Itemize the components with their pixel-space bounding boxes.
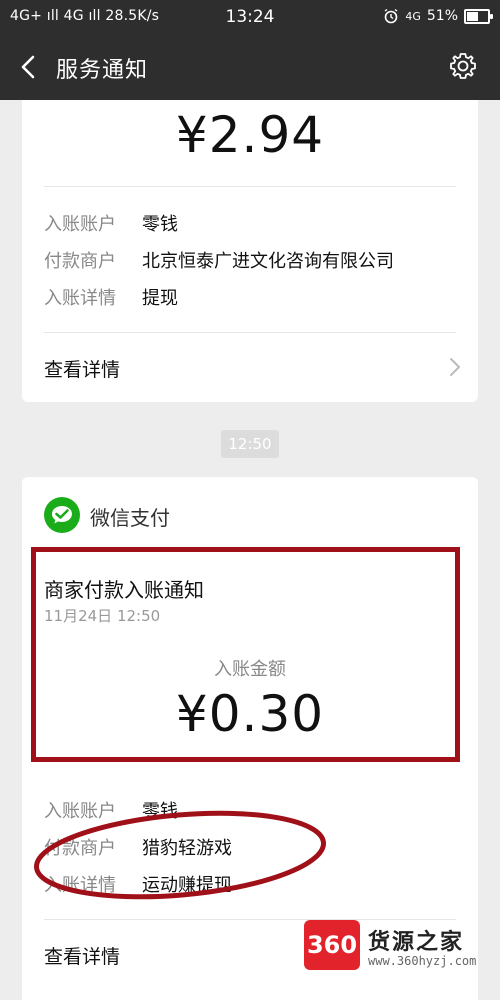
- row-detail: 入账详情 提现: [44, 284, 178, 310]
- row-value: 零钱: [142, 801, 178, 822]
- row-merchant: 付款商户 猎豹轻游戏: [44, 834, 232, 860]
- row-label: 入账账户: [44, 801, 116, 822]
- view-details-link[interactable]: 查看详情: [44, 942, 120, 969]
- row-detail: 入账详情 运动赚提现: [44, 871, 232, 897]
- back-button[interactable]: [14, 52, 44, 82]
- row-account: 入账账户 零钱: [44, 210, 178, 236]
- watermark-logo: 360 货源之家 www.360hyzj.com: [300, 910, 500, 1000]
- row-value: 猎豹轻游戏: [142, 838, 232, 859]
- app-name: 微信支付: [90, 506, 170, 530]
- alarm-icon: [384, 8, 398, 24]
- row-merchant: 付款商户 北京恒泰广进文化咨询有限公司: [44, 247, 394, 273]
- watermark-url: www.360hyzj.com: [368, 954, 477, 968]
- divider: [44, 332, 456, 333]
- row-label: 入账详情: [44, 288, 116, 309]
- watermark-name: 货源之家: [368, 930, 465, 955]
- row-value: 运动赚提现: [142, 875, 232, 896]
- amount-label: 入账金额: [214, 659, 286, 680]
- payment-card-previous: ¥2.94 入账账户 零钱 付款商户 北京恒泰广进文化咨询有限公司 入账详情 提…: [22, 100, 478, 402]
- row-value: 零钱: [142, 214, 178, 235]
- top-bar: 4G+ ıll 4G ıll 28.5K/s 13:24 4G 51% 服务通知: [0, 0, 500, 100]
- battery-percent: 51%: [426, 8, 458, 24]
- divider: [44, 186, 456, 187]
- row-label: 入账账户: [44, 214, 116, 235]
- time-divider: 12:50: [221, 430, 279, 458]
- page-title: 服务通知: [56, 58, 149, 83]
- battery-icon: [464, 8, 493, 24]
- chevron-right-icon[interactable]: [448, 356, 462, 378]
- network-type: 4G: [405, 9, 421, 23]
- row-label: 入账详情: [44, 875, 116, 896]
- view-details-link[interactable]: 查看详情: [44, 355, 120, 382]
- wechat-pay-icon: [44, 497, 80, 533]
- row-label: 付款商户: [44, 251, 116, 272]
- amount-value: ¥0.30: [175, 685, 325, 743]
- amount-value: ¥2.94: [175, 106, 325, 164]
- watermark-badge: 360: [304, 920, 360, 970]
- status-right: 4G 51%: [383, 8, 493, 24]
- row-account: 入账账户 零钱: [44, 797, 178, 823]
- gear-icon[interactable]: [448, 51, 478, 81]
- notice-date: 11月24日 12:50: [44, 607, 161, 625]
- row-value: 北京恒泰广进文化咨询有限公司: [142, 251, 394, 272]
- row-label: 付款商户: [44, 838, 116, 859]
- notice-title: 商家付款入账通知: [44, 578, 204, 602]
- row-value: 提现: [142, 288, 178, 309]
